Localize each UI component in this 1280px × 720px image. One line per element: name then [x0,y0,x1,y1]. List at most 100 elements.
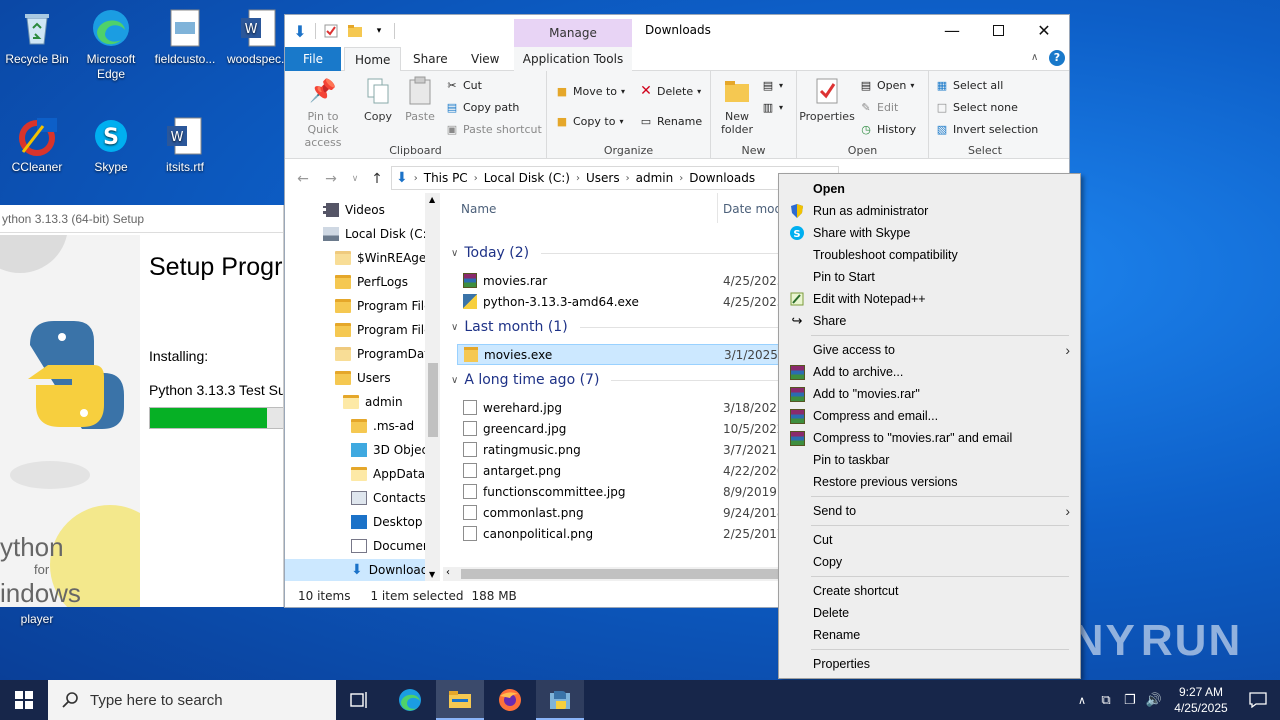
file-row[interactable]: werehard.jpg 3/18/2023 [457,397,779,418]
close-button[interactable]: ✕ [1021,15,1067,45]
breadcrumb-downloads[interactable]: Downloads [689,171,755,185]
menu-item-rename[interactable]: Rename [781,624,1078,646]
properties-button[interactable]: Properties [799,75,855,123]
menu-item-cut[interactable]: Cut [781,529,1078,551]
file-row-selected[interactable]: movies.exe 3/1/2025 1 [457,344,779,365]
file-row[interactable]: canonpolitical.png 2/25/2017 [457,523,779,544]
select-all-button[interactable]: ▦ Select all [935,75,1004,95]
help-icon[interactable]: ? [1049,50,1065,66]
desktop-icon-ccleaner[interactable]: CCleaner [0,116,74,175]
tab-application-tools[interactable]: Application Tools [514,47,632,71]
file-row[interactable]: commonlast.png 9/24/2018 [457,502,779,523]
menu-item-troubleshoot[interactable]: Troubleshoot compatibility [781,244,1078,266]
menu-item-send-to[interactable]: Send to › [781,500,1078,522]
edit-button[interactable]: ✎ Edit [859,97,898,117]
file-row[interactable]: functionscommittee.jpg8/9/2019 1 [457,481,779,502]
menu-item-pin-taskbar[interactable]: Pin to taskbar [781,449,1078,471]
menu-item-share-skype[interactable]: S Share with Skype [781,222,1078,244]
recent-locations-icon[interactable]: ∨ [345,169,365,189]
manage-contextual-tab[interactable]: Manage [514,19,632,47]
volume-icon[interactable]: 🔊 [1142,692,1166,708]
group-header-today[interactable]: ∨ Today (2) [451,245,779,261]
menu-item-share[interactable]: ↪ Share [781,310,1078,332]
desktop-icon-player[interactable]: player [0,612,74,627]
desktop-icon-recycle-bin[interactable]: Recycle Bin [0,8,74,67]
column-name[interactable]: Name [461,202,496,216]
taskbar-python-setup[interactable] [536,680,584,720]
nav-item-programdata[interactable]: ProgramData [335,343,436,365]
menu-item-delete[interactable]: Delete [781,602,1078,624]
new-item-button[interactable]: ▤ ▾ [761,75,783,95]
menu-item-run-as-admin[interactable]: Run as administrator [781,200,1078,222]
paste-shortcut-button[interactable]: ▣ Paste shortcut [445,119,542,139]
action-center-button[interactable] [1236,692,1280,708]
horizontal-scrollbar[interactable]: ‹ [443,567,779,581]
file-row[interactable]: antarget.png 4/22/2020 [457,460,779,481]
nav-item-local-disk[interactable]: Local Disk (C:) [323,223,431,245]
breadcrumb-this-pc[interactable]: This PC [424,171,468,185]
menu-item-add-to-movies-rar[interactable]: Add to "movies.rar" [781,383,1078,405]
breadcrumb-users[interactable]: Users [586,171,620,185]
menu-item-compress-email[interactable]: Compress and email... [781,405,1078,427]
new-folder-button[interactable]: New folder [715,75,759,136]
horizontal-scrollbar-thumb[interactable] [461,569,779,579]
easy-access-button[interactable]: ▥ ▾ [761,97,783,117]
nav-item-winreagent[interactable]: $WinREAgent [335,247,439,269]
up-arrow-icon[interactable]: ↑ [367,169,387,189]
collapse-ribbon-icon[interactable]: ∧ [1031,52,1038,63]
group-header-long-ago[interactable]: ∨ A long time ago (7) [451,372,779,388]
taskbar-search-box[interactable]: Type here to search [48,680,336,720]
paste-button[interactable]: Paste [401,75,439,123]
nav-item-ms-ad[interactable]: .ms-ad [351,415,414,437]
pin-quick-access-button[interactable]: 📌 Pin to Quick access [291,75,355,149]
select-none-button[interactable]: □ Select none [935,97,1018,117]
breadcrumb-admin[interactable]: admin [636,171,674,185]
nav-item-downloads[interactable]: ⬇ Downloads [285,559,435,581]
menu-item-edit-notepadpp[interactable]: Edit with Notepad++ [781,288,1078,310]
desktop-icon-itsits[interactable]: W itsits.rtf [148,116,222,175]
file-row[interactable]: greencard.jpg 10/5/2022 [457,418,779,439]
new-folder-icon[interactable] [346,22,364,40]
tab-share[interactable]: Share [403,47,458,71]
file-row[interactable]: movies.rar 4/25/2025 [457,270,779,291]
download-arrow-icon[interactable]: ⬇ [291,22,309,41]
minimize-button[interactable]: — [929,15,975,45]
taskbar-firefox[interactable] [486,680,534,720]
file-row[interactable]: python-3.13.3-amd64.exe 4/25/2025 [457,291,779,312]
move-to-button[interactable]: ■ Move to ▾ [555,81,625,101]
start-button[interactable] [0,680,48,720]
properties-check-icon[interactable] [322,22,340,40]
delete-button[interactable]: ✕ Delete ▾ [639,81,701,101]
nav-item-users[interactable]: Users [335,367,391,389]
nav-item-program-files-x86[interactable]: Program Files [335,319,438,341]
maximize-button[interactable] [975,15,1021,45]
menu-item-give-access[interactable]: Give access to › [781,339,1078,361]
nav-item-perflogs[interactable]: PerfLogs [335,271,408,293]
taskbar-edge[interactable] [386,680,434,720]
group-header-last-month[interactable]: ∨ Last month (1) [451,319,779,335]
back-arrow-icon[interactable]: ← [293,169,313,189]
tab-home[interactable]: Home [344,47,402,72]
menu-item-pin-to-start[interactable]: Pin to Start [781,266,1078,288]
history-button[interactable]: ◷ History [859,119,916,139]
forward-arrow-icon[interactable]: → [321,169,341,189]
desktop-icon-edge[interactable]: Microsoft Edge [74,8,148,82]
taskbar-file-explorer[interactable] [436,680,484,720]
copy-to-button[interactable]: ■ Copy to ▾ [555,111,624,131]
nav-item-videos[interactable]: Videos [323,199,385,221]
menu-item-compress-to-rar-email[interactable]: Compress to "movies.rar" and email [781,427,1078,449]
menu-item-copy[interactable]: Copy [781,551,1078,573]
breadcrumb-local-disk[interactable]: Local Disk (C:) [484,171,570,185]
column-date-modified[interactable]: Date modi [723,202,779,216]
menu-item-add-to-archive[interactable]: Add to archive... [781,361,1078,383]
show-hidden-icons-chevron-icon[interactable]: ∧ [1070,694,1094,707]
qat-dropdown-icon[interactable]: ▾ [370,22,388,40]
menu-item-open[interactable]: Open [781,178,1078,200]
nav-item-contacts[interactable]: Contacts [351,487,426,509]
open-button[interactable]: ▤ Open ▾ [859,75,915,95]
copy-path-button[interactable]: ▤ Copy path [445,97,520,117]
menu-item-create-shortcut[interactable]: Create shortcut [781,580,1078,602]
nav-item-program-files[interactable]: Program Files [335,295,438,317]
nav-scrollbar[interactable]: ▲ ▼ [425,193,440,581]
menu-item-properties[interactable]: Properties [781,653,1078,675]
